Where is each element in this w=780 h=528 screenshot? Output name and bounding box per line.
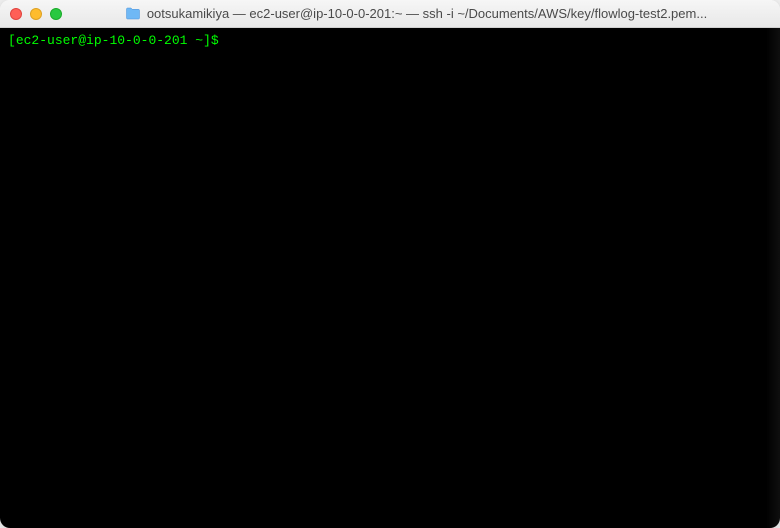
prompt-path: ~ [187,33,203,48]
prompt-at: @ [78,33,86,48]
prompt-open-bracket: [ [8,33,16,48]
title-content: ootsukamikiya — ec2-user@ip-10-0-0-201:~… [62,6,770,22]
close-button[interactable] [10,8,22,20]
prompt-close-bracket: ] [203,33,211,48]
terminal-area[interactable]: [ec2-user@ip-10-0-0-201 ~]$ [0,28,780,528]
titlebar[interactable]: ootsukamikiya — ec2-user@ip-10-0-0-201:~… [0,0,780,28]
prompt-host: ip-10-0-0-201 [86,33,187,48]
prompt-line: [ec2-user@ip-10-0-0-201 ~]$ [8,33,229,48]
cursor [221,33,229,48]
folder-icon [125,6,141,22]
window-title: ootsukamikiya — ec2-user@ip-10-0-0-201:~… [147,6,707,21]
minimize-button[interactable] [30,8,42,20]
terminal-window: ootsukamikiya — ec2-user@ip-10-0-0-201:~… [0,0,780,528]
prompt-user: ec2-user [16,33,78,48]
prompt-symbol: $ [211,33,219,48]
maximize-button[interactable] [50,8,62,20]
traffic-lights [10,8,62,20]
